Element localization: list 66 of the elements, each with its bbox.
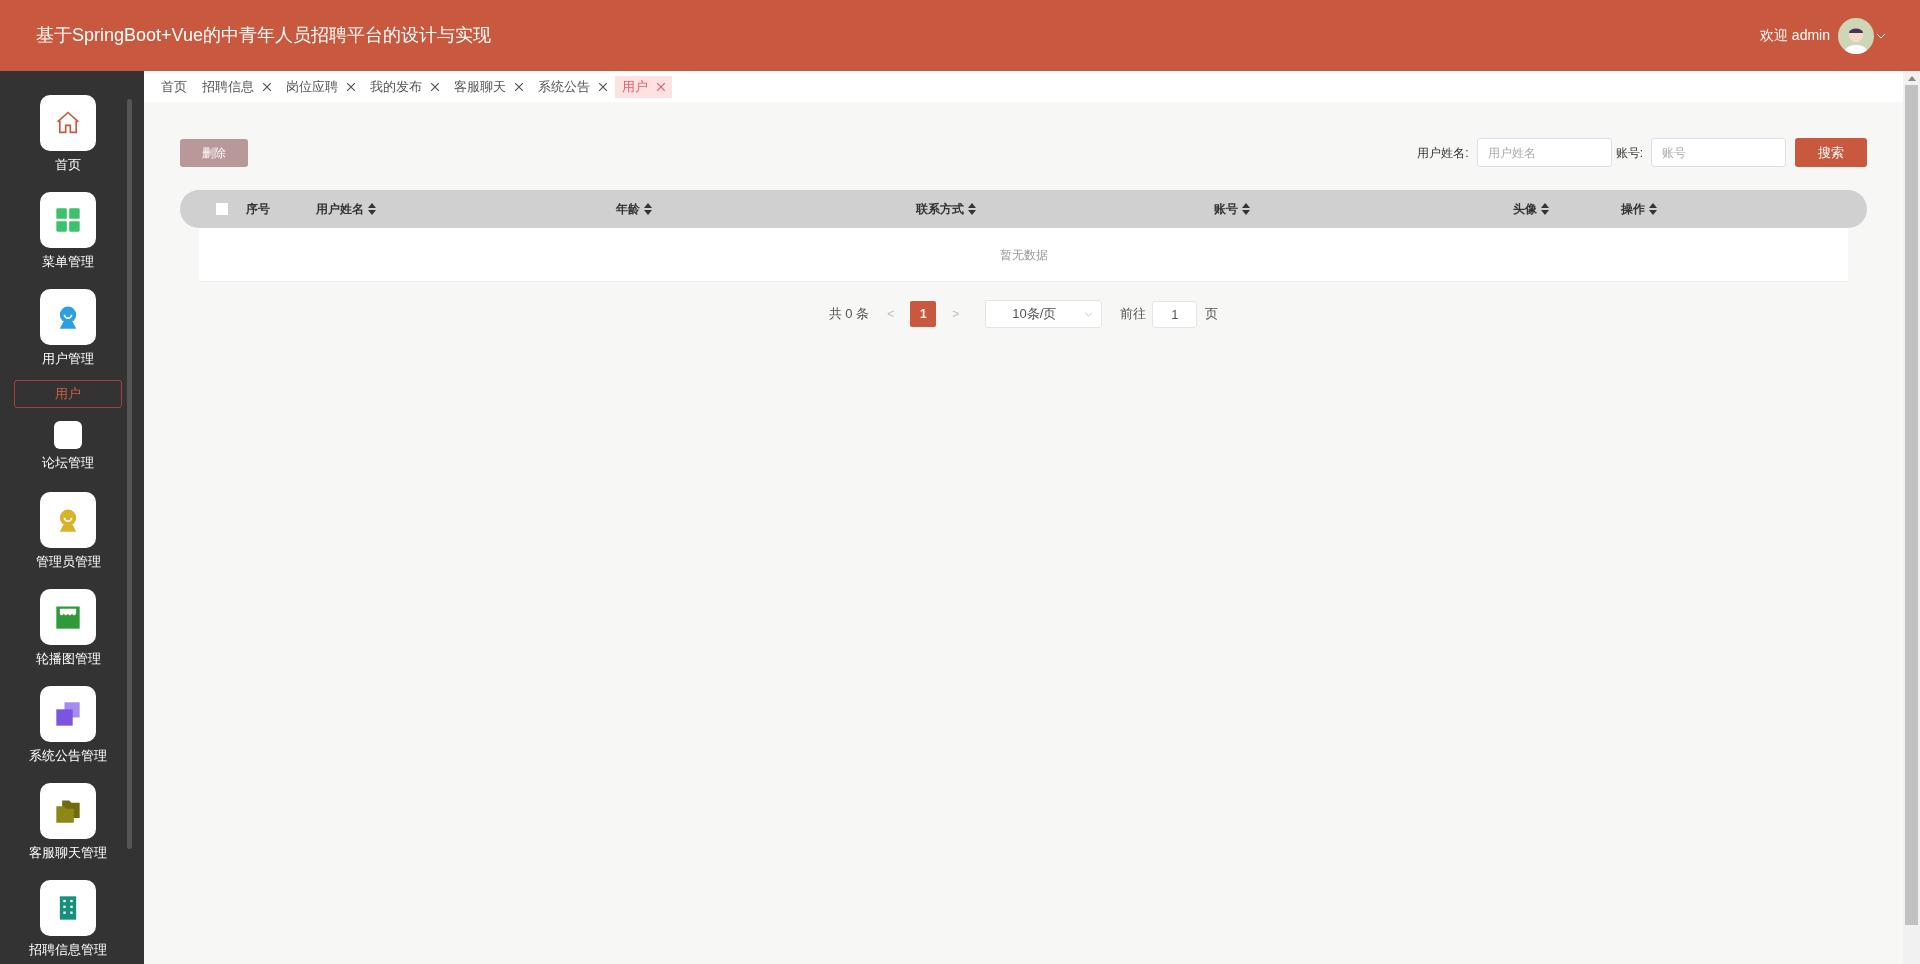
menu-icon-tile[interactable]: [40, 192, 96, 248]
total-count: 共 0 条: [828, 305, 870, 324]
filter-label: 账号:: [1615, 144, 1643, 162]
page-tab[interactable]: 首页: [154, 75, 194, 98]
app-title: 基于SpringBoot+Vue的中青年人员招聘平台的设计与实现: [36, 24, 492, 47]
menu-item[interactable]: 论坛管理: [42, 453, 94, 473]
select-all-checkbox[interactable]: [216, 203, 228, 215]
column-header: 操作: [1621, 201, 1645, 218]
menu-item[interactable]: 招聘信息管理: [29, 940, 107, 960]
menu-icon-tile[interactable]: [40, 289, 96, 345]
filter-field[interactable]: 账号: [1651, 138, 1786, 167]
column-header: 账号: [1214, 201, 1238, 218]
column-header: 联系方式: [916, 201, 964, 218]
column-header: 用户姓名: [316, 201, 364, 218]
menu-icon-tile[interactable]: [40, 492, 96, 548]
page-tab[interactable]: 招聘信息: [195, 75, 278, 98]
goto-page-field[interactable]: 1: [1152, 300, 1198, 328]
empty-text: 暂无数据: [999, 246, 1048, 264]
page-tab[interactable]: 客服聊天: [447, 75, 530, 98]
menu-item[interactable]: 客服聊天管理: [29, 843, 107, 863]
menu-icon-tile[interactable]: [40, 686, 96, 742]
column-header: 年龄: [616, 201, 640, 218]
chevron-down-icon: [1084, 311, 1094, 317]
scrollbar-thumb[interactable]: [1905, 85, 1918, 925]
sidebar-scrollbar[interactable]: [127, 99, 132, 849]
menu-item[interactable]: 系统公告管理: [29, 746, 107, 766]
page-number[interactable]: 1: [910, 301, 937, 327]
column-header: 序号: [246, 201, 270, 218]
close-icon[interactable]: [431, 82, 439, 91]
welcome-text: 欢迎 admin: [1759, 26, 1830, 45]
column-header: 头像: [1513, 201, 1537, 218]
menu-icon-tile[interactable]: [40, 589, 96, 645]
sort-icon[interactable]: [644, 203, 652, 215]
menu-item[interactable]: 菜单管理: [42, 252, 94, 272]
grid-icon: [54, 206, 82, 234]
close-icon[interactable]: [599, 82, 607, 91]
goto-label: 前往: [1120, 305, 1147, 324]
menu-item[interactable]: 首页: [55, 155, 81, 175]
filter-label: 用户姓名:: [1417, 144, 1469, 162]
avatar[interactable]: [1838, 17, 1874, 54]
squares-icon: [54, 700, 82, 728]
filter-field[interactable]: 用户姓名: [1476, 138, 1612, 167]
menu-icon-tile[interactable]: [40, 95, 96, 151]
menu-icon-tile[interactable]: [54, 421, 82, 450]
close-icon[interactable]: [263, 82, 271, 91]
sort-icon[interactable]: [1541, 203, 1549, 215]
menu-item[interactable]: 管理员管理: [35, 552, 101, 572]
sort-icon[interactable]: [368, 203, 376, 215]
sort-icon[interactable]: [1242, 203, 1250, 215]
page-scrollbar[interactable]: [1903, 71, 1920, 964]
page-tab[interactable]: 系统公告: [531, 75, 614, 98]
menu-item[interactable]: 轮播图管理: [35, 649, 101, 669]
close-icon[interactable]: [347, 82, 355, 91]
page-tab[interactable]: 岗位应聘: [279, 75, 362, 98]
menu-item[interactable]: 用户管理: [42, 349, 94, 369]
page-tab[interactable]: 我的发布: [363, 75, 446, 98]
search-button[interactable]: 搜索: [1795, 138, 1867, 167]
close-icon[interactable]: [515, 82, 523, 91]
page-unit-label: 页: [1205, 305, 1219, 324]
sort-icon[interactable]: [968, 203, 976, 215]
menu-icon-tile[interactable]: [40, 783, 96, 839]
sort-icon[interactable]: [1649, 203, 1657, 215]
page-size-select[interactable]: 10条/页: [985, 300, 1103, 328]
scroll-up-icon[interactable]: [1907, 76, 1916, 81]
menu-icon-tile[interactable]: [40, 880, 96, 936]
chevron-down-icon[interactable]: [1876, 32, 1886, 39]
